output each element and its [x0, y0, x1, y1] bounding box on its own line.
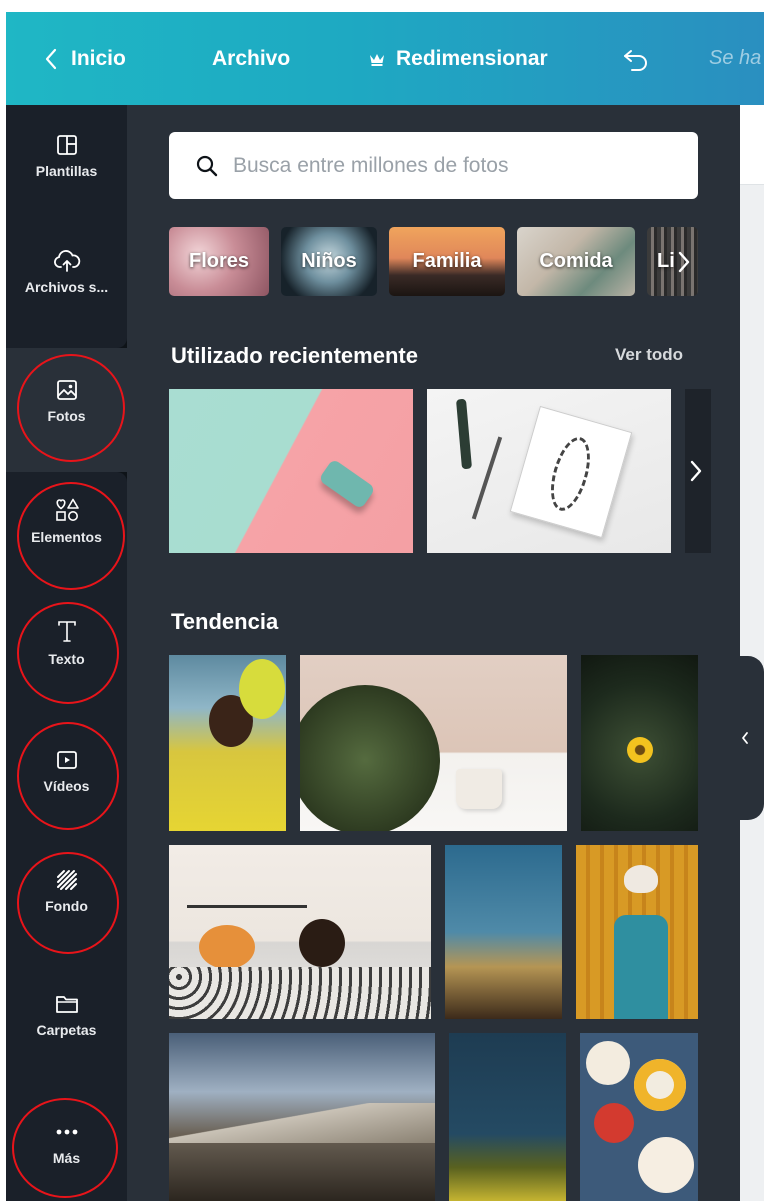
- category-chips: Flores Niños Familia Comida Li: [169, 227, 698, 296]
- chip-label: Familia: [412, 250, 482, 272]
- sidebar-item-texto[interactable]: Texto: [6, 619, 127, 667]
- balloon-shape: [239, 659, 285, 719]
- chip-comida[interactable]: Comida: [517, 227, 635, 296]
- plant-shape: [300, 685, 440, 831]
- chip-flores[interactable]: Flores: [169, 227, 269, 296]
- back-home-button[interactable]: Inicio: [44, 12, 126, 105]
- trending-photo-4[interactable]: [169, 845, 431, 1019]
- chip-familia[interactable]: Familia: [389, 227, 505, 296]
- chips-scroll-right-button[interactable]: [670, 227, 698, 296]
- sidebar-item-label: Fondo: [45, 898, 88, 914]
- sidebar-item-label: Vídeos: [43, 778, 90, 794]
- shapes-icon: [55, 498, 79, 521]
- resize-button[interactable]: Redimensionar: [368, 12, 548, 105]
- chef-hat-shape: [624, 865, 658, 893]
- sidebar-item-carpetas[interactable]: Carpetas: [6, 992, 127, 1038]
- cup-shape: [456, 769, 502, 809]
- more-icon: [56, 1129, 77, 1135]
- search-input[interactable]: [233, 153, 673, 178]
- undo-button[interactable]: [622, 12, 650, 105]
- rice-plate-shape: [638, 1137, 694, 1193]
- trending-photo-3[interactable]: [581, 655, 698, 831]
- trending-photo-8[interactable]: [449, 1033, 566, 1201]
- recent-scroll-right-button[interactable]: [681, 389, 711, 553]
- sketchbook-shape: [509, 405, 633, 539]
- sidebar-item-label: Archivos s...: [24, 279, 109, 295]
- background-icon: [56, 870, 77, 890]
- sidebar-item-label: Elementos: [31, 529, 102, 545]
- upload-cloud-icon: [53, 250, 80, 272]
- plate-shape: [586, 1041, 630, 1085]
- chip-label: Comida: [539, 250, 613, 272]
- trending-photo-6[interactable]: [576, 845, 698, 1019]
- file-menu-label: Archivo: [212, 46, 291, 70]
- chevron-right-icon: [678, 251, 690, 272]
- sidebar-item-fotos[interactable]: Fotos: [6, 348, 127, 472]
- sidebar-item-label: Carpetas: [36, 1022, 97, 1038]
- trending-photo-9[interactable]: [580, 1033, 698, 1201]
- photos-panel: Flores Niños Familia Comida Li Utilizado…: [127, 105, 740, 1201]
- pencil-shape: [471, 436, 503, 520]
- sidebar-item-videos[interactable]: Vídeos: [6, 748, 127, 794]
- canvas-toolbar-strip: [740, 105, 764, 185]
- video-icon: [56, 751, 77, 769]
- recent-photo-2[interactable]: [427, 389, 671, 553]
- design-canvas-area: [740, 105, 764, 1201]
- sidebar-item-fondo[interactable]: Fondo: [6, 868, 127, 914]
- mountain-shape: [169, 1103, 435, 1143]
- recent-section-title: Utilizado recientemente: [171, 343, 418, 368]
- sidebar-lower-group: [6, 472, 127, 1201]
- photo-icon: [56, 380, 77, 400]
- sidebar-item-plantillas[interactable]: Plantillas: [6, 133, 127, 179]
- top-toolbar: Inicio Archivo Redimensionar Se ha: [6, 12, 764, 105]
- leaf-drawing: [543, 432, 598, 516]
- sidebar-item-elementos[interactable]: Elementos: [6, 497, 127, 545]
- undo-icon: [624, 49, 647, 71]
- sidebar-item-archivos[interactable]: Archivos s...: [6, 249, 127, 295]
- editor-window: { "topbar": { "back_label": "Inicio", "f…: [0, 0, 764, 1201]
- child-head-shape: [299, 919, 345, 967]
- crown-icon: [370, 53, 384, 66]
- trending-section-title: Tendencia: [171, 609, 279, 634]
- search-box[interactable]: [169, 132, 698, 199]
- chef-jacket-shape: [614, 915, 668, 1019]
- folder-icon: [55, 996, 78, 1013]
- sidebar-item-label: Fotos: [47, 408, 86, 424]
- trending-photo-5[interactable]: [445, 845, 562, 1019]
- sidebar-item-label: Más: [52, 1150, 81, 1166]
- chip-label: Niños: [301, 250, 357, 272]
- sidebar-item-label: Texto: [48, 651, 85, 667]
- recent-photo-1[interactable]: [169, 389, 413, 553]
- see-all-link[interactable]: Ver todo: [615, 345, 683, 365]
- file-menu-button[interactable]: Archivo: [212, 12, 290, 105]
- chevron-left-icon: [45, 48, 57, 69]
- pen-shape: [455, 398, 473, 470]
- egg-plate-shape: [634, 1059, 686, 1111]
- chevron-left-icon: [742, 732, 748, 744]
- resize-label: Redimensionar: [396, 46, 548, 70]
- flower-shape: [627, 737, 653, 763]
- back-home-label: Inicio: [71, 46, 126, 70]
- text-icon: [57, 621, 76, 642]
- trending-photo-2[interactable]: [300, 655, 567, 831]
- chip-ninos[interactable]: Niños: [281, 227, 377, 296]
- pillow-shape: [199, 925, 255, 969]
- save-status-text: Se ha: [709, 47, 762, 69]
- sidebar-item-label: Plantillas: [35, 163, 98, 179]
- toy-car-shape: [318, 458, 376, 510]
- sidebar-item-mas[interactable]: Más: [6, 1120, 127, 1166]
- chip-label: Flores: [188, 250, 250, 272]
- chevron-right-icon: [690, 460, 702, 482]
- templates-icon: [56, 135, 77, 155]
- tomato-plate-shape: [594, 1103, 634, 1143]
- trending-photo-7[interactable]: [169, 1033, 435, 1201]
- trending-photo-1[interactable]: [169, 655, 286, 831]
- collapse-panel-button[interactable]: [726, 656, 764, 820]
- sidebar: Plantillas Archivos s... Fotos Elementos…: [6, 105, 127, 1201]
- blanket-shape: [169, 967, 431, 1019]
- search-icon: [196, 155, 218, 176]
